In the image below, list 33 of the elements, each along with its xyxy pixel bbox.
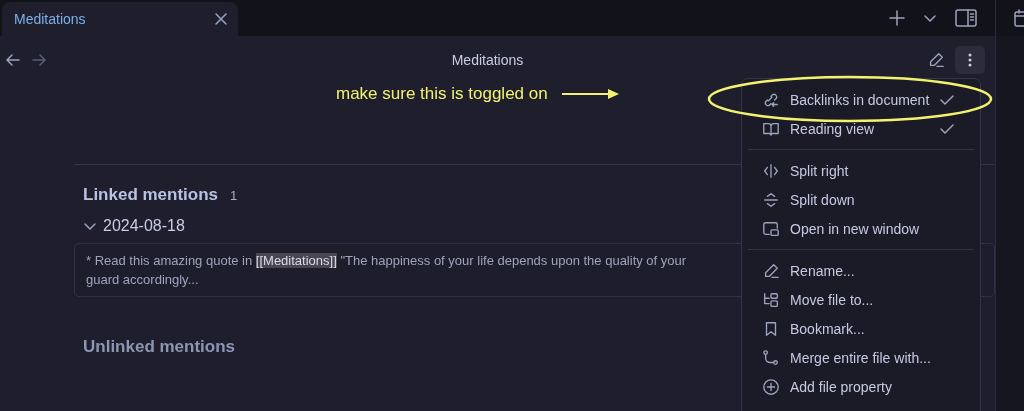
tab[interactable]: Meditations [2, 2, 238, 36]
note-title: Meditations [450, 52, 525, 68]
pencil-icon [762, 261, 780, 280]
annotation-text: make sure this is toggled on [336, 84, 548, 104]
plus-circle-icon [762, 377, 780, 396]
section-heading: Linked mentions [83, 185, 219, 205]
section-heading: Unlinked mentions [83, 337, 237, 357]
file-title[interactable]: 2024-08-18 [103, 217, 185, 235]
forward-arrow-icon[interactable] [30, 51, 48, 69]
annotation-arrow [561, 88, 620, 100]
menu-item[interactable]: Split right [748, 156, 974, 185]
branch-icon [762, 348, 780, 367]
menu-item[interactable]: Merge entire file with... [748, 343, 974, 372]
menu-item[interactable]: Split down [748, 185, 974, 214]
more-options-button[interactable] [955, 46, 985, 74]
more-vertical-icon [968, 53, 972, 67]
menu-item[interactable]: Bookmark... [748, 314, 974, 343]
close-icon[interactable] [214, 12, 228, 26]
menu-item[interactable]: Open in new window [748, 214, 974, 243]
mention-count: 1 [230, 188, 238, 203]
menu-item[interactable]: Add file property [748, 372, 974, 401]
sidebar-toggle-icon[interactable] [955, 9, 977, 27]
note-link[interactable]: [[Meditations]] [255, 253, 337, 268]
plus-icon[interactable] [889, 10, 905, 26]
edit-icon[interactable] [927, 51, 945, 69]
back-arrow-icon[interactable] [4, 51, 22, 69]
menu-item[interactable]: Rename... [748, 256, 974, 285]
menu-item[interactable]: Reading view [748, 114, 974, 143]
split-down-icon [762, 190, 780, 209]
split-right-icon [762, 161, 780, 180]
folders-icon [762, 290, 780, 309]
calendar-icon[interactable] [1014, 9, 1024, 27]
window-icon [762, 219, 780, 238]
